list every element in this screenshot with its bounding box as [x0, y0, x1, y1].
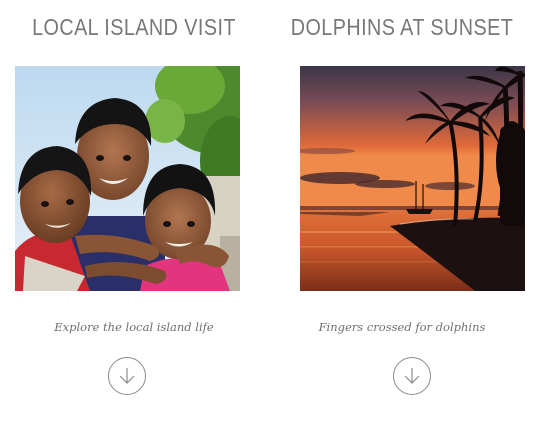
sunset-photo[interactable] [300, 66, 525, 291]
card-caption: Explore the local island life [54, 320, 214, 334]
card-title: LOCAL ISLAND VISIT [32, 14, 236, 40]
card-title: DOLPHINS AT SUNSET [290, 14, 514, 40]
card-local-island-visit: LOCAL ISLAND VISIT Explore the local isl… [0, 0, 268, 423]
children-photo-image [15, 66, 240, 291]
scroll-down-button[interactable] [393, 357, 431, 395]
sunset-photo-image [300, 66, 525, 291]
card-dolphins-at-sunset: DOLPHINS AT SUNSET Fingers crossed for d… [268, 0, 536, 423]
scroll-down-button[interactable] [108, 357, 146, 395]
page: LOCAL ISLAND VISIT Explore the local isl… [0, 0, 536, 423]
arrow-down-icon [404, 368, 420, 384]
arrow-down-icon [119, 368, 135, 384]
card-caption: Fingers crossed for dolphins [318, 320, 486, 334]
children-photo[interactable] [15, 66, 240, 291]
